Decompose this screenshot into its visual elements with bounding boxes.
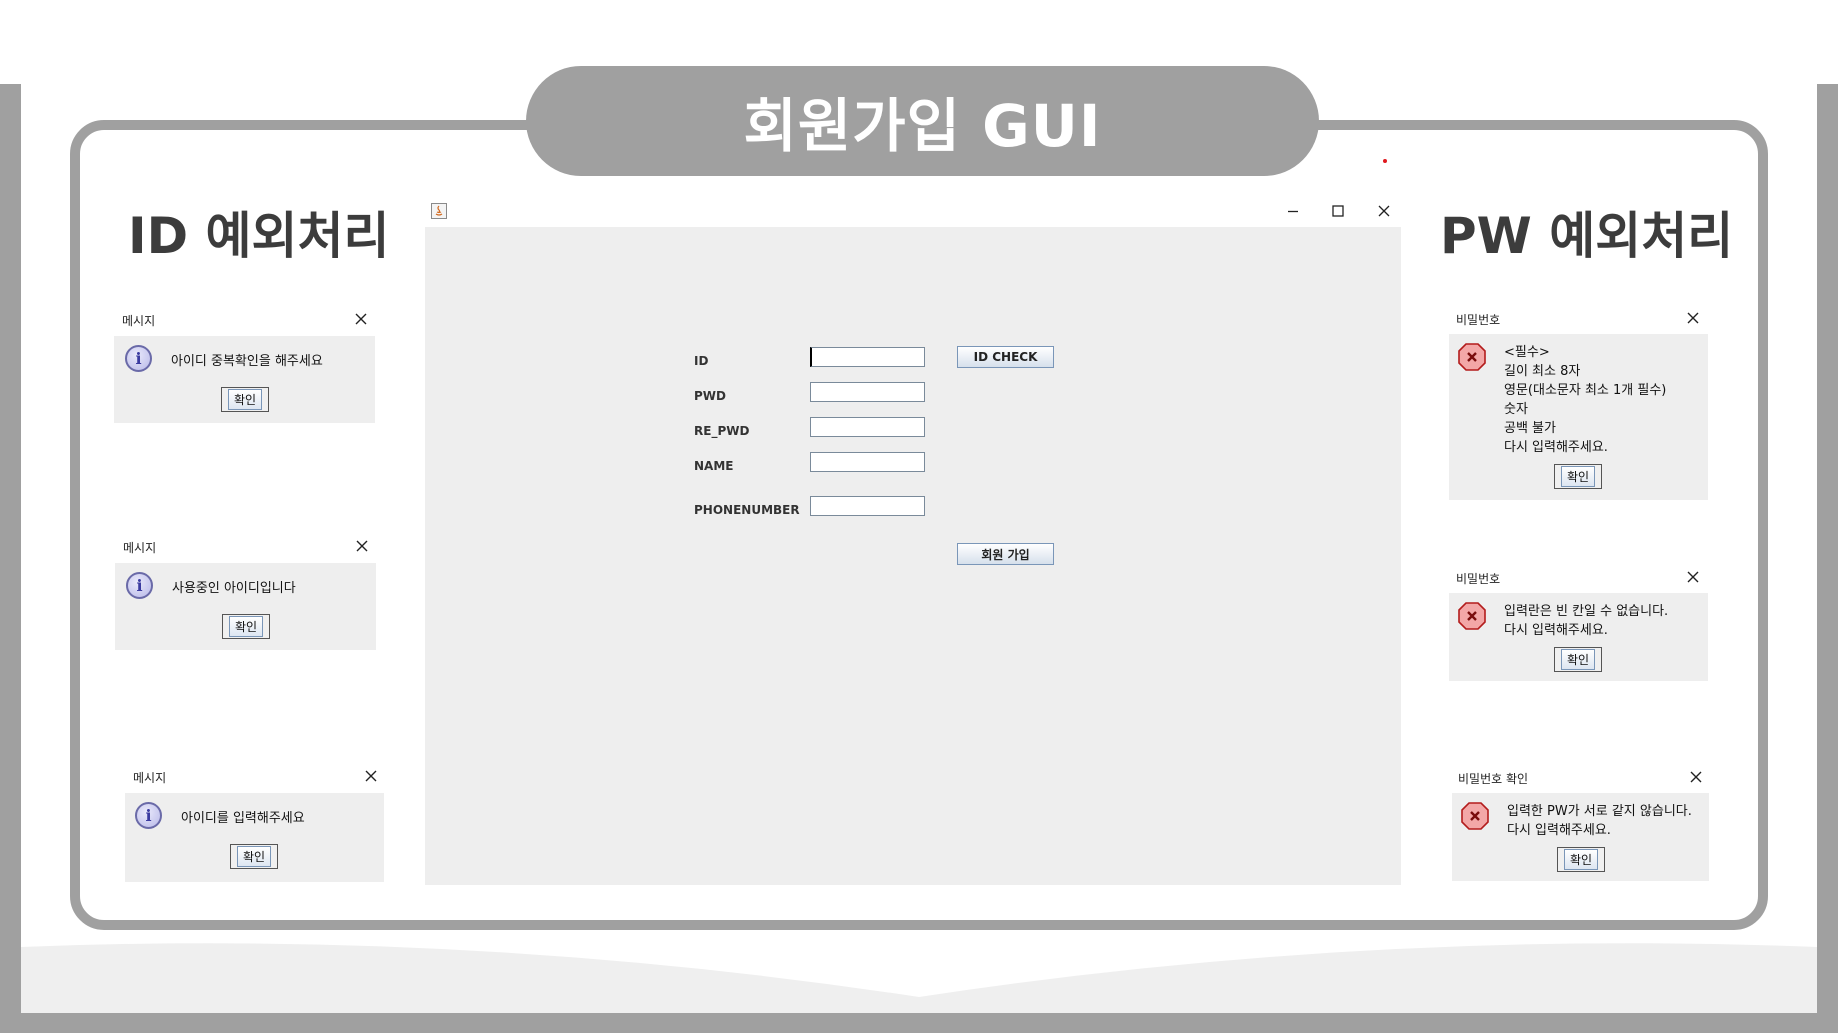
ok-button[interactable]: 확인 — [1554, 464, 1602, 489]
id-input[interactable] — [810, 347, 925, 367]
ok-button-label: 확인 — [228, 616, 264, 637]
minimize-icon[interactable] — [1283, 201, 1303, 221]
backdrop-bottom-edge — [0, 1013, 1838, 1033]
pw-section-title: PW 예외처리 — [1440, 207, 1734, 265]
slide: 회원가입 GUI ID 예외처리 PW 예외처리 메시지 i 아이디 중복확인을… — [0, 0, 1838, 1033]
message-line: 숫자 — [1504, 402, 1528, 417]
backdrop-right-edge — [1817, 84, 1838, 1033]
dialog-title: 메시지 — [122, 314, 156, 328]
id-label: ID — [694, 354, 709, 368]
message-line: 다시 입력해주세요. — [1504, 440, 1608, 455]
id-check-button[interactable]: ID CHECK — [957, 346, 1054, 368]
message-line: 다시 입력해주세요. — [1504, 623, 1608, 638]
ok-button-label: 확인 — [1560, 649, 1596, 670]
title-banner: 회원가입 GUI — [526, 66, 1319, 176]
message-line: 입력한 PW가 서로 같지 않습니다. — [1507, 804, 1692, 819]
dialog-message: 아이디를 입력해주세요 — [181, 811, 305, 826]
message-line: 영문(대소문자 최소 1개 필수) — [1504, 383, 1667, 398]
close-icon[interactable] — [355, 539, 369, 553]
dialog-title: 메시지 — [123, 541, 157, 555]
ok-button[interactable]: 확인 — [230, 844, 278, 869]
phonenumber-input[interactable] — [810, 496, 925, 516]
ok-button[interactable]: 확인 — [221, 387, 269, 412]
message-line: <필수> — [1504, 345, 1550, 360]
close-icon[interactable] — [354, 312, 368, 326]
red-dot — [1383, 159, 1387, 163]
java-app-icon — [431, 203, 447, 219]
dialog-message: 사용중인 아이디입니다 — [172, 581, 296, 596]
book-page-curve — [21, 943, 1817, 1013]
info-icon: i — [135, 802, 162, 829]
error-icon — [1458, 343, 1486, 371]
message-line: 다시 입력해주세요. — [1507, 823, 1611, 838]
re-pwd-label: RE_PWD — [694, 424, 750, 438]
ok-button-label: 확인 — [227, 389, 263, 410]
ok-button[interactable]: 확인 — [1554, 647, 1602, 672]
ok-button[interactable]: 확인 — [1557, 847, 1605, 872]
message-line: 입력란은 빈 칸일 수 없습니다. — [1504, 604, 1669, 619]
close-icon[interactable] — [1686, 570, 1700, 584]
error-icon — [1461, 802, 1489, 830]
backdrop-left-edge — [0, 84, 21, 1033]
phonenumber-label: PHONENUMBER — [694, 503, 800, 517]
dialog-title: 비밀번호 — [1456, 313, 1501, 327]
ok-button[interactable]: 확인 — [222, 614, 270, 639]
error-icon — [1458, 602, 1486, 630]
dialog-message: 아이디 중복확인을 해주세요 — [171, 354, 323, 369]
ok-button-label: 확인 — [1560, 466, 1596, 487]
name-input[interactable] — [810, 452, 925, 472]
signup-button[interactable]: 회원 가입 — [957, 543, 1054, 565]
pwd-label: PWD — [694, 389, 726, 403]
info-icon: i — [126, 572, 153, 599]
close-icon[interactable] — [1374, 201, 1394, 221]
dialog-message: 입력란은 빈 칸일 수 없습니다. 다시 입력해주세요. — [1504, 602, 1668, 640]
close-icon[interactable] — [1686, 311, 1700, 325]
message-line: 공백 불가 — [1504, 421, 1556, 436]
dialog-title: 메시지 — [133, 771, 167, 785]
re-pwd-input[interactable] — [810, 417, 925, 437]
name-label: NAME — [694, 459, 734, 473]
dialog-title: 비밀번호 확인 — [1458, 772, 1529, 786]
dialog-title: 비밀번호 — [1456, 572, 1501, 586]
pwd-input[interactable] — [810, 382, 925, 402]
ok-button-label: 확인 — [1563, 849, 1599, 870]
close-icon[interactable] — [1689, 770, 1703, 784]
ok-button-label: 확인 — [236, 846, 272, 867]
message-line: 길이 최소 8자 — [1504, 364, 1581, 379]
close-icon[interactable] — [364, 769, 378, 783]
id-section-title: ID 예외처리 — [128, 207, 390, 265]
signup-window — [425, 227, 1401, 885]
page-title: 회원가입 GUI — [743, 92, 1102, 160]
dialog-message: <필수> 길이 최소 8자 영문(대소문자 최소 1개 필수) 숫자 공백 불가… — [1504, 343, 1666, 457]
dialog-message: 입력한 PW가 서로 같지 않습니다. 다시 입력해주세요. — [1507, 802, 1692, 840]
maximize-icon[interactable] — [1328, 201, 1348, 221]
info-icon: i — [125, 345, 152, 372]
